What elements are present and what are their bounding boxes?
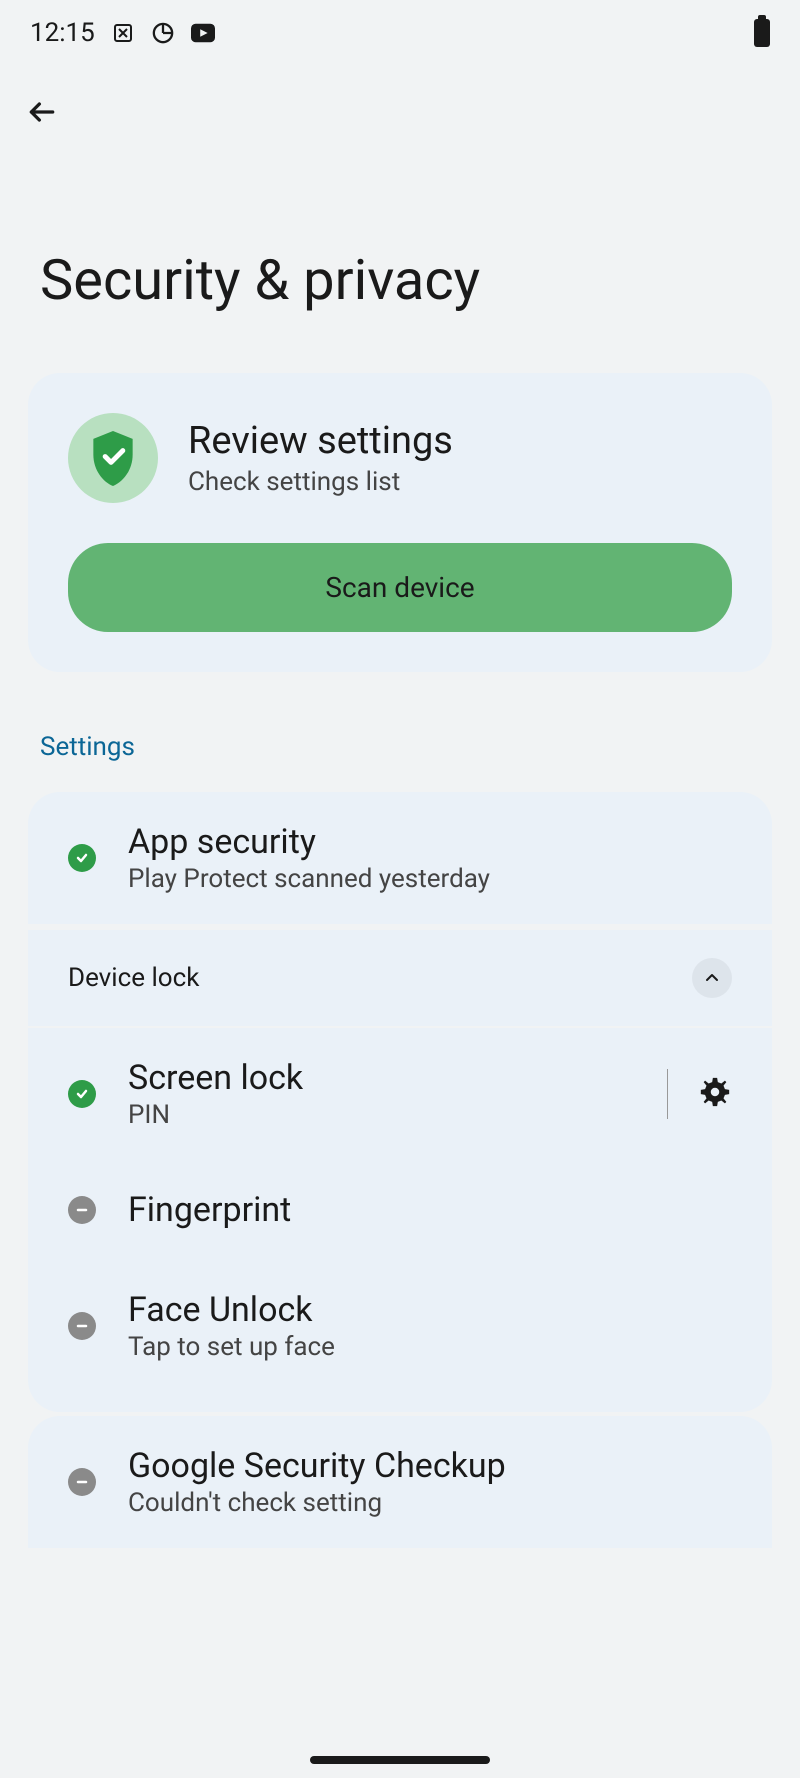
debug-icon xyxy=(111,21,135,45)
status-right xyxy=(754,19,770,47)
shield-badge xyxy=(68,413,158,503)
app-security-title: App security xyxy=(128,822,732,862)
screen-lock-main[interactable]: Screen lock PIN xyxy=(68,1058,637,1130)
section-header-settings: Settings xyxy=(0,672,800,792)
google-checkup-subtitle: Couldn't check setting xyxy=(128,1488,732,1518)
review-subtitle: Check settings list xyxy=(188,467,732,497)
face-unlock-title: Face Unlock xyxy=(128,1290,732,1330)
fingerprint-item[interactable]: Fingerprint xyxy=(28,1160,772,1260)
minus-icon xyxy=(68,1196,96,1224)
youtube-icon xyxy=(191,21,215,45)
screen-lock-settings-button[interactable] xyxy=(698,1075,732,1113)
setting-content: Google Security Checkup Couldn't check s… xyxy=(128,1446,732,1518)
face-unlock-item[interactable]: Face Unlock Tap to set up face xyxy=(28,1260,772,1412)
navigation-bar[interactable] xyxy=(310,1756,490,1764)
setting-content: Fingerprint xyxy=(128,1190,732,1230)
screen-lock-title: Screen lock xyxy=(128,1058,637,1098)
review-text: Review settings Check settings list xyxy=(188,419,732,497)
face-unlock-subtitle: Tap to set up face xyxy=(128,1332,732,1362)
screen-lock-subtitle: PIN xyxy=(128,1100,637,1130)
setting-content: App security Play Protect scanned yester… xyxy=(128,822,732,894)
scan-device-button[interactable]: Scan device xyxy=(68,543,732,632)
google-checkup-card: Google Security Checkup Couldn't check s… xyxy=(28,1416,772,1548)
screen-lock-item: Screen lock PIN xyxy=(28,1028,772,1160)
collapse-button[interactable] xyxy=(692,958,732,998)
review-header: Review settings Check settings list xyxy=(68,413,732,503)
page-title: Security & privacy xyxy=(0,147,800,373)
app-security-subtitle: Play Protect scanned yesterday xyxy=(128,864,732,894)
check-icon xyxy=(68,844,96,872)
fingerprint-title: Fingerprint xyxy=(128,1190,732,1230)
review-card: Review settings Check settings list Scan… xyxy=(28,373,772,672)
google-icon xyxy=(151,21,175,45)
google-checkup-item[interactable]: Google Security Checkup Couldn't check s… xyxy=(28,1416,772,1548)
check-icon xyxy=(68,1080,96,1108)
review-title: Review settings xyxy=(188,419,732,463)
settings-card: App security Play Protect scanned yester… xyxy=(28,792,772,1412)
chevron-up-icon xyxy=(702,968,722,988)
back-button[interactable] xyxy=(0,65,800,147)
setting-content: Face Unlock Tap to set up face xyxy=(128,1290,732,1362)
app-security-item[interactable]: App security Play Protect scanned yester… xyxy=(28,792,772,925)
divider xyxy=(667,1069,668,1119)
device-lock-header[interactable]: Device lock xyxy=(28,930,772,1028)
gear-icon xyxy=(698,1075,732,1109)
setting-content: Screen lock PIN xyxy=(128,1058,637,1130)
minus-icon xyxy=(68,1312,96,1340)
device-lock-title: Device lock xyxy=(68,963,199,993)
shield-check-icon xyxy=(88,431,138,486)
status-left: 12:15 xyxy=(30,18,215,48)
battery-icon xyxy=(754,19,770,47)
minus-icon xyxy=(68,1468,96,1496)
google-checkup-title: Google Security Checkup xyxy=(128,1446,732,1486)
status-time: 12:15 xyxy=(30,18,95,48)
status-bar: 12:15 xyxy=(0,0,800,65)
